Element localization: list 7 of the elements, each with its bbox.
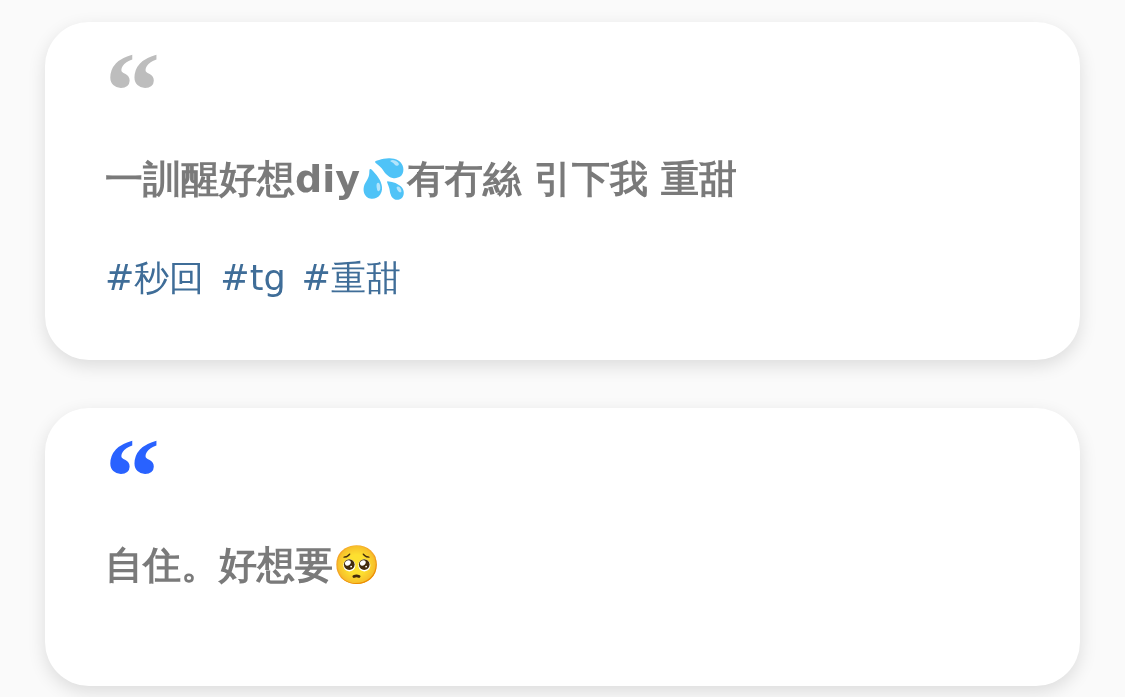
post-text: 自住。好想要🥺 xyxy=(105,542,380,589)
hashtag-link[interactable]: #重甜 xyxy=(301,252,401,305)
hashtag-link[interactable]: #tg xyxy=(220,252,286,305)
quote-mark: “ xyxy=(105,422,160,484)
hashtag-link[interactable]: #秒回 xyxy=(105,252,205,305)
quote-mark: “ xyxy=(105,36,160,98)
post-text: 一訓醒好想diy💦有冇絲 引下我 重甜 xyxy=(105,156,738,203)
